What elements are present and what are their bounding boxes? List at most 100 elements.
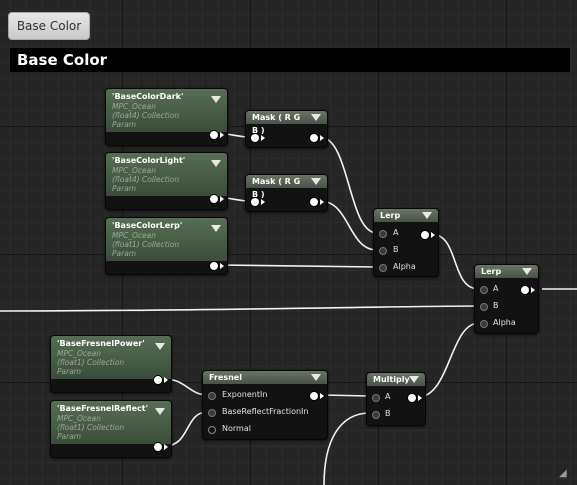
exec-arrow-icon [220,132,224,138]
node-source: MPC_Ocean [112,166,156,175]
output-pin[interactable] [310,134,318,142]
collapse-arrow-icon[interactable] [211,96,221,103]
collapse-arrow-icon[interactable] [522,268,532,275]
output-pin[interactable] [154,443,162,451]
node-kind: (float4) Collection Param [112,175,180,193]
output-pin[interactable] [421,231,429,239]
wire-mask2-to-lerp1b [319,200,378,251]
input-pin[interactable] [251,198,259,206]
exec-arrow-icon [164,377,168,383]
node-source: MPC_Ocean [112,231,156,240]
exec-arrow-icon [261,135,265,141]
pin-label-alpha: Alpha [493,318,516,327]
input-pin-b[interactable] [379,247,387,255]
exec-arrow-icon [261,199,265,205]
wire-fresnel-to-multiply [320,394,371,397]
node-title: Lerp [481,267,502,276]
input-pin-a[interactable] [379,230,387,238]
collapse-arrow-icon[interactable] [409,376,419,383]
input-pin-a[interactable] [480,286,488,294]
node-title: 'BaseColorDark' [112,92,184,101]
input-pin-a[interactable] [372,394,380,402]
node-header: 'BaseColorDark' MPC_Ocean (float4) Colle… [106,89,227,132]
collapse-arrow-icon[interactable] [311,114,321,121]
node-kind: (float1) Collection Param [112,240,180,258]
node-kind: (float1) Collection Param [57,423,125,441]
exec-arrow-icon [431,232,435,238]
output-pin[interactable] [154,376,162,384]
node-title: 'BaseFresnelReflect' [57,404,149,413]
exec-arrow-icon [531,287,535,293]
fresnel-node[interactable]: Fresnel ExponentIn BaseReflectFractionIn… [202,370,328,440]
node-header: Multiply [367,373,425,386]
pin-label-alpha: Alpha [393,262,416,271]
param-node-base-fresnel-power[interactable]: 'BaseFresnelPower' MPC_Ocean (float1) Co… [50,335,172,393]
multiply-node[interactable]: Multiply A B [366,372,426,426]
pin-label-exponent: ExponentIn [222,390,268,399]
exec-arrow-icon [220,263,224,269]
node-source: MPC_Ocean [57,349,101,358]
exec-arrow-icon [320,199,324,205]
node-source: MPC_Ocean [57,414,101,423]
pin-label-base-reflect: BaseReflectFractionIn [222,407,309,416]
mask-node-1[interactable]: Mask ( R G B ) [245,110,328,148]
input-pin-b[interactable] [372,411,380,419]
node-title: Lerp [380,211,401,220]
pin-label-a: A [493,284,499,293]
node-title: Mask ( R G B ) [252,113,301,135]
node-title: Fresnel [209,373,242,382]
mask-node-2[interactable]: Mask ( R G B ) [245,174,328,212]
exec-arrow-icon [164,444,168,450]
node-header: 'BaseColorLight' MPC_Ocean (float4) Coll… [106,153,227,196]
node-kind: (float4) Collection Param [112,111,180,129]
input-pin-alpha[interactable] [379,264,387,272]
param-node-base-color-dark[interactable]: 'BaseColorDark' MPC_Ocean (float4) Colle… [105,88,228,146]
pin-label-a: A [385,392,391,401]
lerp-node-1[interactable]: Lerp A B Alpha [373,208,439,277]
param-node-base-fresnel-reflect[interactable]: 'BaseFresnelReflect' MPC_Ocean (float1) … [50,400,172,458]
pin-label-a: A [393,228,399,237]
lerp-node-2[interactable]: Lerp A B Alpha [474,264,539,334]
output-pin[interactable] [210,195,218,203]
resize-grip-icon[interactable]: ◢ [559,469,569,479]
exec-arrow-icon [320,393,324,399]
comment-box-title[interactable]: Base Color [10,48,570,72]
pin-label-b: B [385,409,391,418]
node-title: Multiply [373,375,410,384]
input-pin-base-reflect[interactable] [208,409,216,417]
input-pin-alpha[interactable] [480,320,488,328]
pin-label-normal: Normal [222,424,251,433]
collapse-arrow-icon[interactable] [311,178,321,185]
pin-label-b: B [493,301,499,310]
comment-tab-label: Base Color [16,19,82,33]
collapse-arrow-icon[interactable] [422,212,432,219]
param-node-base-color-light[interactable]: 'BaseColorLight' MPC_Ocean (float4) Coll… [105,152,228,210]
comment-tab[interactable]: Base Color [8,12,90,40]
collapse-arrow-icon[interactable] [311,374,321,381]
input-pin-b[interactable] [480,303,488,311]
node-header: Lerp [374,209,438,222]
collapse-arrow-icon[interactable] [211,225,221,232]
node-header: 'BaseColorLerp' MPC_Ocean (float1) Colle… [106,218,227,261]
collapse-arrow-icon[interactable] [155,343,165,350]
comment-title-text: Base Color [17,51,108,69]
wire-offscreen-to-multiplyb [323,412,371,485]
wire-offscreen-to-lerp2b [0,305,480,312]
output-pin[interactable] [210,131,218,139]
output-pin[interactable] [210,262,218,270]
input-pin[interactable] [251,134,259,142]
output-pin[interactable] [408,394,416,402]
exec-arrow-icon [320,135,324,141]
output-pin[interactable] [521,286,529,294]
input-pin-exponent[interactable] [208,392,216,400]
input-pin-normal[interactable] [208,426,216,434]
output-pin[interactable] [310,198,318,206]
collapse-arrow-icon[interactable] [155,408,165,415]
node-header: 'BaseFresnelPower' MPC_Ocean (float1) Co… [51,336,171,379]
wire-multiply-to-lerp2alpha [417,322,480,398]
collapse-arrow-icon[interactable] [211,160,221,167]
output-pin[interactable] [310,392,318,400]
param-node-base-color-lerp[interactable]: 'BaseColorLerp' MPC_Ocean (float1) Colle… [105,217,228,275]
node-header: 'BaseFresnelReflect' MPC_Ocean (float1) … [51,401,171,444]
node-title: 'BaseFresnelPower' [57,339,145,348]
